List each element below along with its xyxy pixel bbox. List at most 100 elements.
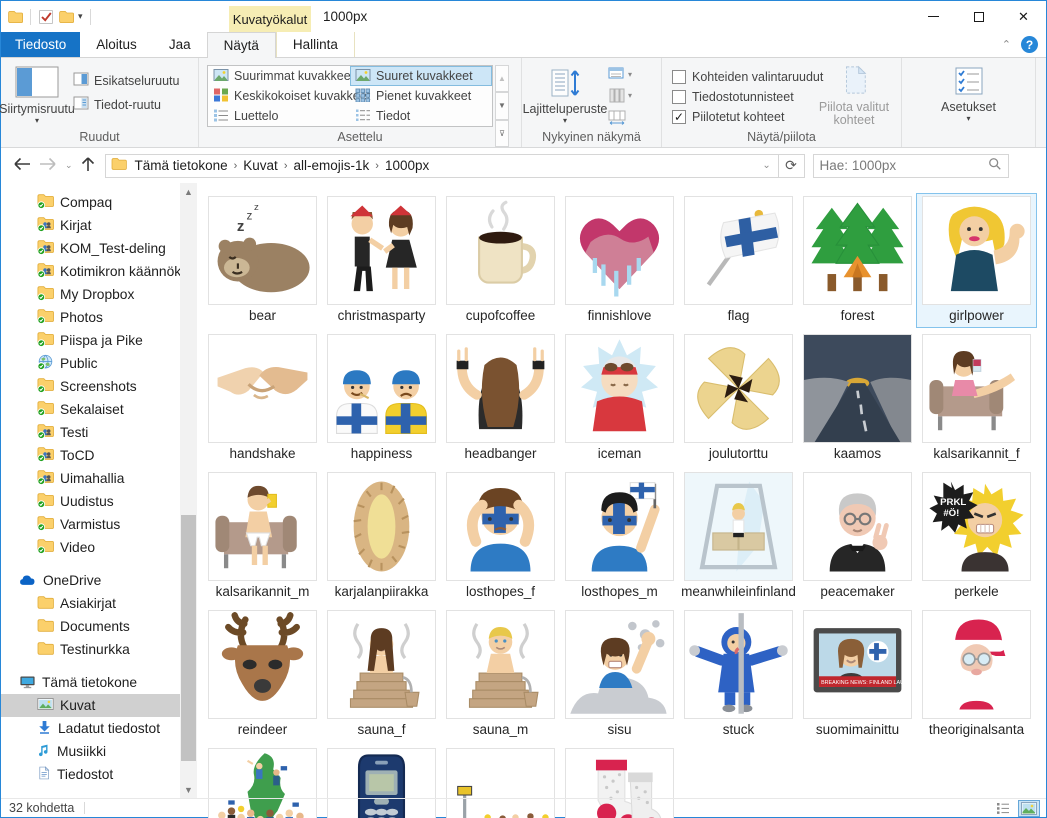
minimize-button[interactable] [911, 1, 956, 32]
size-columns-button[interactable] [608, 109, 632, 125]
file-item-headbanger[interactable]: headbanger [441, 332, 560, 465]
breadcrumb-segment[interactable]: all-emojis-1k [289, 158, 373, 173]
sidebar-item-tocd[interactable]: ToCD [1, 444, 180, 467]
layout-option-list-view[interactable]: Luettelo [208, 106, 350, 126]
qat-customize-icon[interactable]: ▾ [78, 12, 83, 21]
file-item-kaamos[interactable]: kaamos [798, 332, 917, 465]
file-item-finnishlove[interactable]: finnishlove [560, 194, 679, 327]
maximize-button[interactable] [956, 1, 1001, 32]
scrollbar-thumb[interactable] [181, 515, 196, 761]
checkbox-icon[interactable] [672, 70, 686, 84]
scroll-up-icon[interactable]: ▲ [495, 65, 509, 92]
file-item-flag[interactable]: flag [679, 194, 798, 327]
sidebar-item-kotimikron-käännökset[interactable]: Kotimikron käännökset [1, 260, 180, 283]
scroll-up-icon[interactable]: ▲ [180, 183, 197, 200]
layout-option-xl-icons[interactable]: Suurimmat kuvakkeet [208, 66, 350, 86]
file-item-bear[interactable]: zzzbear [203, 194, 322, 327]
file-item-sisu[interactable]: sisu [560, 608, 679, 741]
tab-share[interactable]: Jaa [153, 32, 207, 57]
folder-icon[interactable] [7, 9, 23, 25]
layout-option-details-view[interactable]: Tiedot [350, 106, 492, 126]
details-pane-button[interactable]: Tiedot-ruutu [73, 96, 179, 113]
file-item-handshake[interactable]: handshake [203, 332, 322, 465]
layout-option-large-icons[interactable]: Suuret kuvakkeet [350, 66, 492, 86]
options-button[interactable]: Asetukset ▾ [933, 62, 1005, 147]
address-box[interactable]: Tämä tietokone›Kuvat›all-emojis-1k›1000p… [105, 154, 805, 178]
properties-check-icon[interactable] [38, 9, 54, 25]
sidebar-item-asiakirjat[interactable]: Asiakirjat [1, 592, 180, 615]
sidebar-item-kom-test-deling[interactable]: KOM_Test-deling [1, 237, 180, 260]
breadcrumb-segment[interactable]: 1000px [381, 158, 433, 173]
help-icon[interactable]: ? [1021, 36, 1038, 53]
group-by-button[interactable]: ▾ [608, 67, 632, 83]
file-item-iceman[interactable]: iceman [560, 332, 679, 465]
up-button[interactable] [81, 156, 95, 175]
sidebar-item-kirjat[interactable]: Kirjat [1, 214, 180, 237]
search-input[interactable]: Hae: 1000px [820, 158, 988, 173]
file-item-meanwhileinfinland[interactable]: meanwhileinfinland [679, 470, 798, 603]
file-item-kalsarikannit_m[interactable]: kalsarikannit_m [203, 470, 322, 603]
breadcrumb-separator-icon[interactable]: › [282, 160, 290, 172]
file-item-joulutorttu[interactable]: joulutorttu [679, 332, 798, 465]
thumbnail-view-button[interactable] [1018, 800, 1040, 817]
file-item-girlpower[interactable]: girlpower [917, 194, 1036, 327]
file-item-stuck[interactable]: stuck [679, 608, 798, 741]
file-item-sauna_f[interactable]: sauna_f [322, 608, 441, 741]
file-item-reindeer[interactable]: reindeer [203, 608, 322, 741]
file-item-theoriginalsanta[interactable]: theoriginalsanta [917, 608, 1036, 741]
details-view-button[interactable] [992, 800, 1014, 817]
sidebar-item-video[interactable]: Video [1, 536, 180, 559]
sidebar-item-my-dropbox[interactable]: My Dropbox [1, 283, 180, 306]
add-columns-button[interactable]: ▾ [608, 88, 632, 104]
preview-pane-button[interactable]: Esikatseluruutu [73, 72, 179, 89]
sidebar-item-tämä-tietokone[interactable]: Tämä tietokone [1, 671, 180, 694]
sidebar-item-testinurkka[interactable]: Testinurkka [1, 638, 180, 661]
sidebar-item-kuvat[interactable]: Kuvat [1, 694, 180, 717]
file-item-kalsarikannit_f[interactable]: kalsarikannit_f [917, 332, 1036, 465]
sidebar-item-photos[interactable]: Photos [1, 306, 180, 329]
sidebar-item-uudistus[interactable]: Uudistus [1, 490, 180, 513]
sidebar-item-sekalaiset[interactable]: Sekalaiset [1, 398, 180, 421]
sidebar-item-documents[interactable]: Documents [1, 615, 180, 638]
collapse-ribbon-icon[interactable]: ⌃ [1002, 38, 1011, 51]
breadcrumb-separator-icon[interactable]: › [373, 160, 381, 172]
search-box[interactable]: Hae: 1000px [813, 154, 1009, 178]
file-item-losthopes_f[interactable]: losthopes_f [441, 470, 560, 603]
checkbox-icon[interactable] [672, 90, 686, 104]
back-button[interactable] [13, 157, 31, 174]
sidebar-item-varmistus[interactable]: Varmistus [1, 513, 180, 536]
file-item-peacemaker[interactable]: peacemaker [798, 470, 917, 603]
sidebar-item-piispa-ja-pike[interactable]: Piispa ja Pike [1, 329, 180, 352]
file-item-sauna_m[interactable]: sauna_m [441, 608, 560, 741]
sidebar-item-compaq[interactable]: Compaq [1, 191, 180, 214]
sidebar-item-public[interactable]: Public [1, 352, 180, 375]
sidebar-item-musiikki[interactable]: Musiikki [1, 740, 180, 763]
sidebar-item-testi[interactable]: Testi [1, 421, 180, 444]
file-item-karjalanpiirakka[interactable]: karjalanpiirakka [322, 470, 441, 603]
sidebar-scrollbar[interactable]: ▲ ▼ [180, 183, 197, 798]
file-item-losthopes_m[interactable]: losthopes_m [560, 470, 679, 603]
address-dropdown-icon[interactable]: ⌄ [756, 155, 778, 177]
recent-locations-icon[interactable]: ⌄ [65, 160, 73, 171]
sidebar-item-screenshots[interactable]: Screenshots [1, 375, 180, 398]
file-item-perkele[interactable]: PRKL#Ö!perkele [917, 470, 1036, 603]
tab-view[interactable]: Näytä [207, 32, 276, 58]
file-item-cupofcoffee[interactable]: cupofcoffee [441, 194, 560, 327]
sidebar-item-onedrive[interactable]: OneDrive [1, 569, 180, 592]
tab-file[interactable]: Tiedosto [1, 32, 80, 57]
search-icon[interactable] [988, 157, 1002, 174]
breadcrumb-segment[interactable]: Tämä tietokone [131, 158, 232, 173]
file-item-christmasparty[interactable]: christmasparty [322, 194, 441, 327]
forward-button[interactable] [39, 157, 57, 174]
layout-option-small-icons[interactable]: Pienet kuvakkeet [350, 86, 492, 106]
scroll-down-icon[interactable]: ▼ [180, 781, 197, 798]
sidebar-item-uimahallia[interactable]: Uimahallia [1, 467, 180, 490]
file-item-forest[interactable]: forest [798, 194, 917, 327]
sidebar-item-ladatut-tiedostot[interactable]: Ladatut tiedostot [1, 717, 180, 740]
new-folder-icon[interactable] [58, 9, 74, 25]
scroll-down-icon[interactable]: ▼ [495, 92, 509, 119]
sidebar-item-tiedostot[interactable]: Tiedostot [1, 763, 180, 786]
close-button[interactable]: ✕ [1001, 1, 1046, 32]
breadcrumb-separator-icon[interactable]: › [232, 160, 240, 172]
tab-home[interactable]: Aloitus [80, 32, 153, 57]
